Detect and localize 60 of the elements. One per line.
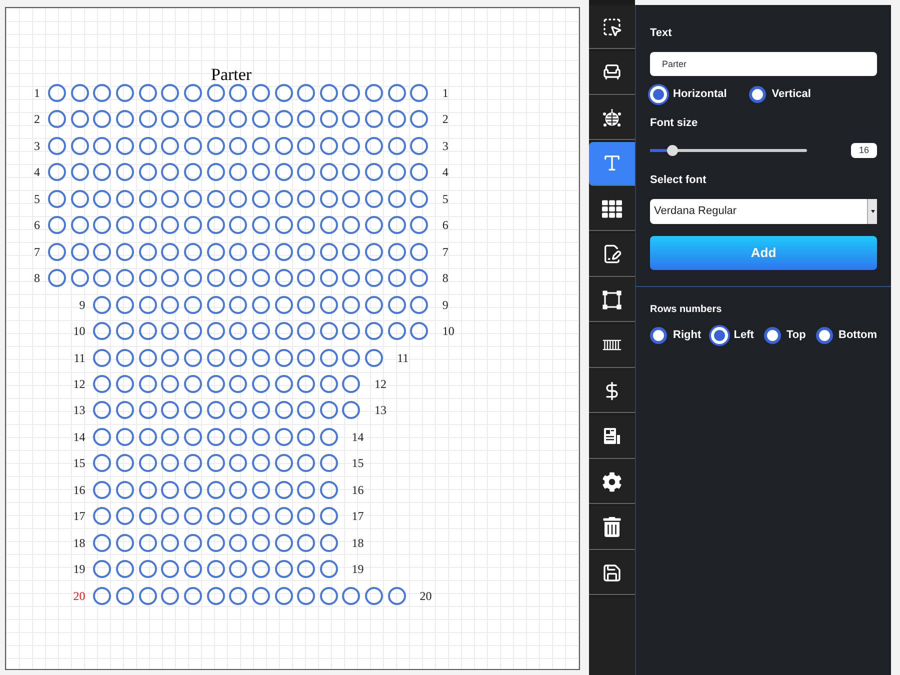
row-number: 6 (33, 217, 40, 234)
radio-label: Right (673, 328, 702, 343)
row-number: 10 (442, 323, 454, 340)
row-number: 3 (442, 138, 448, 155)
row-number: 17 (352, 508, 364, 526)
radio-option[interactable]: Horizontal (650, 86, 727, 102)
row-number: 8 (33, 270, 40, 288)
radio-option[interactable]: Top (764, 326, 806, 344)
row-number: 12 (374, 376, 386, 393)
row-number: 1 (442, 85, 448, 102)
row-number: 11 (72, 350, 86, 366)
radio-option[interactable]: Bottom (816, 326, 877, 344)
row-number: 4 (442, 164, 448, 182)
radio-option[interactable]: Vertical (748, 86, 811, 102)
radio-label: Horizontal (673, 86, 727, 102)
radio-label: Top (786, 328, 806, 343)
row-number: 12 (72, 376, 86, 393)
row-number: 17 (72, 508, 86, 526)
row-number: 20 (72, 588, 86, 605)
row-number: 14 (352, 428, 364, 446)
row-number: 4 (33, 164, 40, 182)
row-number: 2 (33, 111, 40, 128)
row-number: 13 (72, 402, 86, 420)
row-number: 13 (374, 402, 386, 420)
row-number: 18 (72, 534, 86, 552)
row-number: 15 (352, 455, 364, 472)
row-number: 16 (72, 482, 86, 499)
radio-label: Vertical (772, 86, 811, 102)
radio-label: Bottom (838, 328, 877, 343)
canvas-title: Parter (211, 64, 252, 86)
row-number: 20 (420, 588, 432, 605)
row-number: 5 (442, 190, 448, 208)
field-label: Select font (650, 173, 708, 188)
row-number: 19 (72, 561, 86, 578)
row-number: 15 (72, 455, 86, 472)
row-number: 5 (33, 190, 40, 208)
row-number: 8 (442, 270, 448, 288)
row-number: 6 (442, 217, 448, 234)
row-number: 9 (78, 296, 86, 314)
row-number: 3 (33, 138, 40, 155)
row-number: 18 (352, 534, 364, 552)
row-number: 9 (442, 296, 448, 314)
row-number: 10 (72, 323, 86, 340)
radio-label: Left (734, 328, 754, 343)
radio-option[interactable]: Left (710, 326, 754, 344)
field-label: Rows numbers (650, 302, 723, 316)
row-number: 16 (352, 482, 364, 499)
field-label: Text (650, 26, 673, 41)
row-number: 11 (397, 350, 409, 366)
text-field[interactable]: Parter (650, 52, 877, 76)
radio-option[interactable]: Right (650, 326, 702, 344)
row-number: 19 (352, 561, 364, 578)
row-number: 2 (442, 111, 448, 128)
row-number: 7 (442, 244, 448, 261)
row-number: 14 (72, 428, 86, 446)
font-select[interactable]: Verdana Regular (650, 198, 877, 224)
row-number: 1 (33, 85, 40, 102)
row-number: 7 (33, 244, 40, 261)
font-size-value: 16 (851, 143, 877, 158)
field-label: Font size (650, 116, 699, 130)
